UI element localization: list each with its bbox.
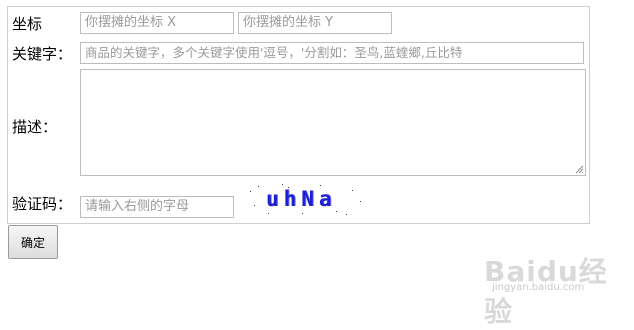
coordinate-y-input[interactable]: 你摆摊的坐标 Y (238, 12, 392, 34)
keywords-label: 关键字： (12, 45, 73, 63)
description-label: 描述： (12, 118, 58, 136)
description-textarea[interactable] (80, 69, 586, 176)
captcha-noise-dot (360, 201, 361, 202)
captcha-noise-dot (250, 191, 251, 192)
captcha-noise-dot (254, 205, 255, 206)
captcha-label: 验证码： (12, 195, 73, 213)
captcha-image[interactable]: uhNa (248, 183, 366, 217)
captcha-noise-dot (288, 187, 289, 188)
captcha-noise-dot (268, 213, 269, 214)
baidu-jingyan-watermark: Baidu经验 jingyan.baidu.com (480, 250, 620, 328)
captcha-input[interactable]: 请输入右侧的字母 (80, 196, 234, 218)
captcha-noise-dot (336, 211, 337, 212)
resize-grip-icon[interactable] (575, 165, 584, 174)
captcha-noise-dot (282, 184, 283, 185)
coordinates-label: 坐标 (12, 15, 43, 33)
captcha-noise-dot (352, 190, 353, 191)
submit-button[interactable]: 确定 (8, 225, 58, 259)
captcha-noise-dot (258, 186, 259, 187)
captcha-text: uhNa (266, 187, 337, 211)
captcha-noise-dot (302, 213, 303, 214)
keywords-input[interactable]: 商品的关键字，多个关键字使用'逗号，'分割如：圣鸟,蓝蝰鄉,丘比特 (80, 42, 584, 64)
watermark-url: jingyan.baidu.com (492, 282, 585, 293)
captcha-noise-dot (346, 214, 347, 215)
captcha-noise-dot (320, 185, 321, 186)
coordinate-x-input[interactable]: 你摆摊的坐标 X (80, 12, 234, 34)
